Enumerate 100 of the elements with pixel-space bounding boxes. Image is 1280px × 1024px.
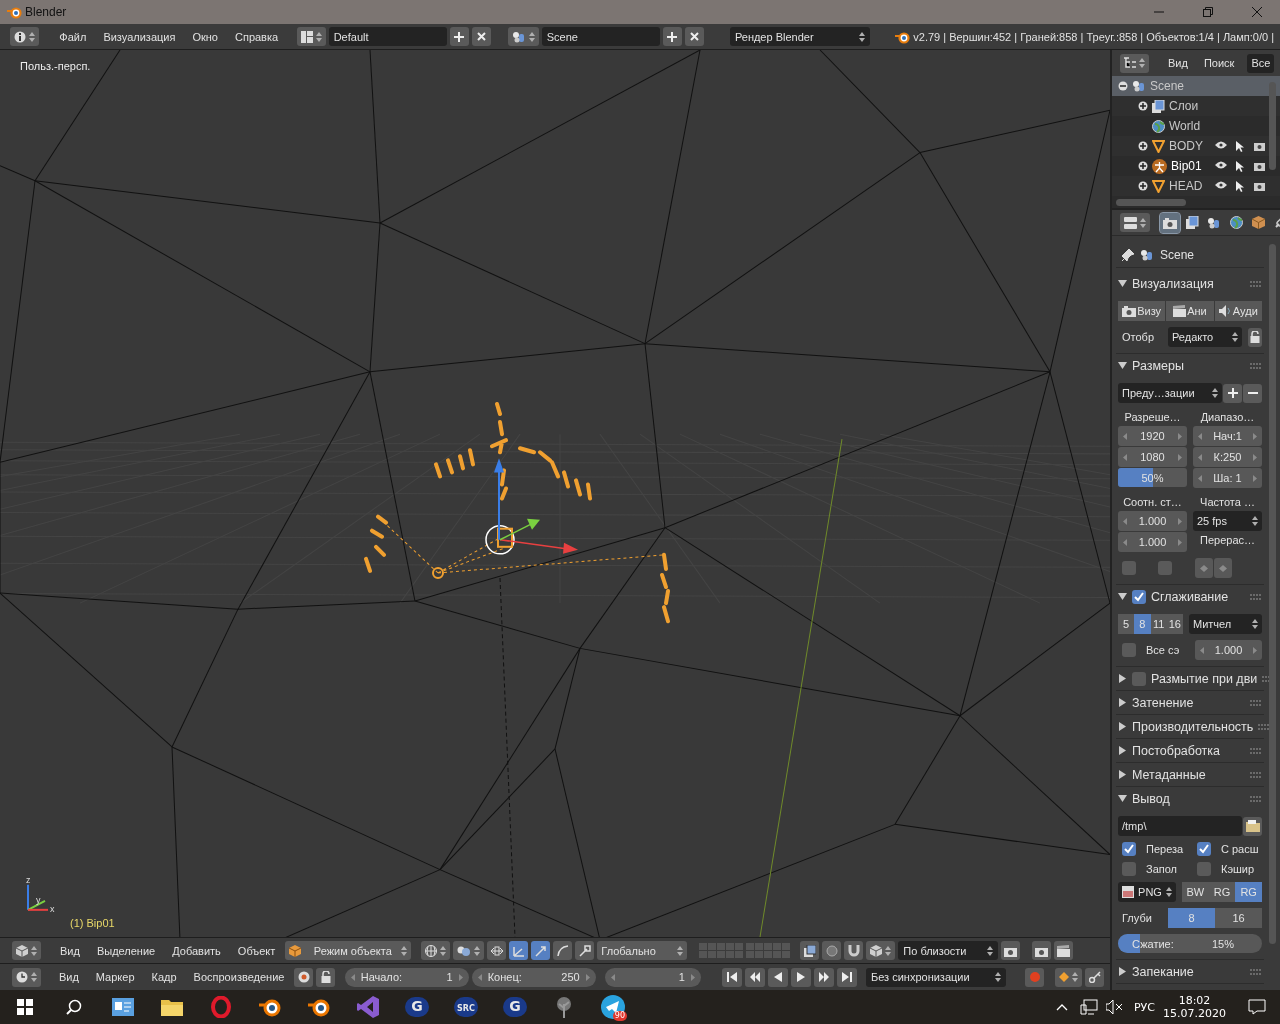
- keying-set-dropdown[interactable]: [1055, 967, 1083, 987]
- filter-dropdown[interactable]: Митчел: [1189, 614, 1262, 634]
- menu-item[interactable]: Визуализация: [96, 26, 183, 47]
- frame-rate-dropdown[interactable]: 25 fps: [1193, 511, 1262, 531]
- checkbox[interactable]: [1122, 643, 1136, 657]
- color-mode-button[interactable]: RG: [1208, 882, 1236, 902]
- menu-item[interactable]: Поиск: [1196, 53, 1242, 73]
- checkbox[interactable]: [1122, 862, 1136, 876]
- display-filter-dropdown[interactable]: Все: [1247, 53, 1275, 73]
- tree-row[interactable]: World: [1112, 116, 1280, 136]
- menu-item[interactable]: Файл: [52, 26, 94, 47]
- scrollbar[interactable]: [1116, 199, 1186, 206]
- panel-title[interactable]: Постобработка: [1132, 743, 1245, 758]
- checkbox[interactable]: [1197, 862, 1211, 876]
- checkbox[interactable]: [1122, 842, 1136, 856]
- menu-item[interactable]: Объект: [230, 940, 283, 961]
- panel-title[interactable]: Визуализация: [1132, 276, 1245, 291]
- jump-to-start-button[interactable]: [721, 967, 742, 987]
- color-mode-button[interactable]: BW: [1182, 882, 1209, 902]
- number-field[interactable]: 1.000: [1118, 511, 1187, 531]
- disclosure-triangle-icon[interactable]: [1118, 361, 1127, 370]
- layout-field[interactable]: Default: [328, 27, 447, 46]
- next-keyframe-button[interactable]: [813, 967, 834, 987]
- proportional-edit-button[interactable]: [822, 941, 842, 960]
- panel-title[interactable]: Размытие при дви: [1151, 671, 1258, 686]
- disclosure-triangle-icon[interactable]: [1118, 770, 1127, 779]
- taskbar-app-button[interactable]: G: [392, 990, 441, 1024]
- number-field[interactable]: [1214, 558, 1232, 578]
- disclosure-triangle-icon[interactable]: [1118, 722, 1127, 731]
- expand-toggle-icon[interactable]: [1138, 181, 1148, 191]
- editor-type-button[interactable]: [1120, 213, 1150, 232]
- tree-row[interactable]: BODY: [1112, 136, 1280, 156]
- animation-button[interactable]: Ани: [1166, 301, 1214, 321]
- expand-toggle-icon[interactable]: [1138, 141, 1148, 151]
- tree-item-label[interactable]: Bip01: [1171, 159, 1210, 173]
- properties-tab[interactable]: [1160, 212, 1180, 233]
- remove-button[interactable]: [684, 27, 704, 46]
- render-button[interactable]: Визу: [1118, 301, 1166, 321]
- snap-button[interactable]: [844, 941, 864, 960]
- manipulator-button[interactable]: [575, 941, 595, 960]
- cursor-icon[interactable]: [1236, 180, 1245, 192]
- scene-type-button[interactable]: [507, 27, 539, 46]
- panel-title[interactable]: Запекание: [1132, 964, 1245, 979]
- lock-button[interactable]: [1248, 327, 1262, 347]
- menu-item[interactable]: Окно: [185, 26, 225, 47]
- taskbar-app-button[interactable]: G: [490, 990, 539, 1024]
- disclosure-triangle-icon[interactable]: [1118, 674, 1127, 683]
- tree-item-label[interactable]: World: [1169, 119, 1210, 133]
- taskbar-app-button[interactable]: SRC: [441, 990, 490, 1024]
- tree-row[interactable]: HEAD: [1112, 176, 1280, 196]
- expand-toggle-icon[interactable]: [1138, 101, 1148, 111]
- checkbox[interactable]: [1158, 561, 1172, 575]
- checkbox[interactable]: [1132, 671, 1146, 686]
- editor-type-button[interactable]: [1120, 53, 1149, 73]
- panel-title[interactable]: Размеры: [1132, 358, 1245, 373]
- output-path-field[interactable]: /tmp\: [1118, 816, 1242, 836]
- manipulator-button[interactable]: [509, 941, 529, 960]
- language-indicator[interactable]: РУС: [1134, 1000, 1155, 1014]
- pin-icon[interactable]: [1122, 248, 1134, 261]
- number-field[interactable]: Нач:1: [1193, 426, 1262, 446]
- editor-type-button[interactable]: [12, 967, 41, 987]
- number-field[interactable]: 1920: [1118, 426, 1187, 446]
- network-icon[interactable]: [1080, 999, 1098, 1015]
- render-animation-button[interactable]: [1054, 941, 1074, 960]
- browse-folder-button[interactable]: [1243, 816, 1262, 836]
- previous-keyframe-button[interactable]: [744, 967, 765, 987]
- file-format-dropdown[interactable]: PNG: [1118, 882, 1176, 902]
- add-button[interactable]: [662, 27, 682, 46]
- transform-gizmo-drawing[interactable]: [485, 458, 578, 555]
- menu-item[interactable]: Справка: [228, 26, 286, 47]
- screen-layout-button[interactable]: [296, 27, 326, 46]
- panel-title[interactable]: Сглаживание: [1151, 589, 1245, 604]
- editor-type-button[interactable]: [12, 941, 41, 960]
- tree-item-label[interactable]: Слои: [1169, 99, 1210, 113]
- preset-dropdown[interactable]: Преду…зации: [1118, 383, 1222, 403]
- disclosure-triangle-icon[interactable]: [1118, 794, 1127, 803]
- menu-item[interactable]: Добавить: [165, 940, 228, 961]
- audio-button[interactable]: Ауди: [1214, 301, 1262, 321]
- render-still-button[interactable]: [1032, 941, 1052, 960]
- disclosure-triangle-icon[interactable]: [1118, 592, 1127, 601]
- expand-toggle-icon[interactable]: [1138, 161, 1148, 171]
- end-frame-field[interactable]: Конец: 250: [471, 967, 596, 987]
- clock-time[interactable]: 18:02: [1178, 994, 1211, 1007]
- add-button[interactable]: [449, 27, 469, 46]
- menu-item[interactable]: Вид: [53, 940, 87, 961]
- opengl-render-button[interactable]: [1001, 941, 1021, 960]
- cursor-icon[interactable]: [1236, 160, 1245, 172]
- chevron-up-icon[interactable]: [1056, 1003, 1068, 1011]
- number-field[interactable]: [1195, 558, 1213, 578]
- checkbox[interactable]: [1132, 589, 1146, 604]
- editor-type-button[interactable]: [10, 27, 39, 46]
- menu-item[interactable]: Вид: [51, 967, 86, 987]
- add-button[interactable]: [1223, 383, 1242, 403]
- start-frame-field[interactable]: Начало: 1: [344, 967, 469, 987]
- scrollbar[interactable]: [1269, 82, 1276, 170]
- render-engine-dropdown[interactable]: Рендер Blender: [729, 27, 870, 46]
- color-depth-button[interactable]: 16: [1215, 908, 1262, 928]
- eye-icon[interactable]: [1214, 140, 1227, 149]
- pivot-dropdown[interactable]: [453, 941, 485, 960]
- play-button[interactable]: [790, 967, 811, 987]
